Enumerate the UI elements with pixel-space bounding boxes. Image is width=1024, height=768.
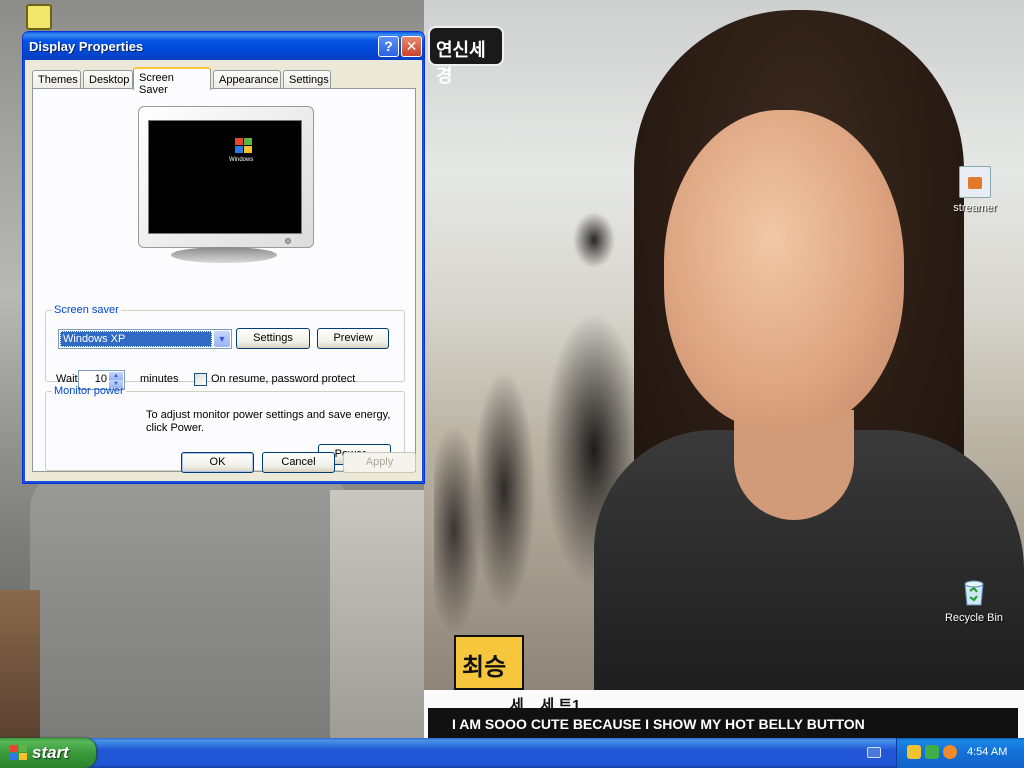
title-bar[interactable]: Display Properties ? ✕ — [23, 32, 424, 60]
keyboard-icon[interactable] — [867, 747, 881, 758]
tab-appearance[interactable]: Appearance — [213, 70, 281, 89]
tab-screen-saver[interactable]: Screen Saver — [133, 67, 211, 96]
screen-saver-dropdown[interactable]: Windows XP ▼ — [58, 329, 232, 349]
tab-settings[interactable]: Settings — [283, 70, 331, 89]
desktop-icon-streamer[interactable]: streamer — [940, 166, 1010, 214]
tab-themes[interactable]: Themes — [32, 70, 81, 89]
broadcast-logo: 연신세경 — [428, 26, 504, 86]
start-button[interactable]: start — [0, 738, 96, 768]
close-button[interactable]: ✕ — [401, 36, 422, 57]
settings-button[interactable]: Settings — [236, 328, 310, 349]
name-caption: 최승 — [454, 635, 524, 690]
monitor-preview: Windows — [138, 106, 314, 248]
minutes-label: minutes — [140, 373, 179, 385]
system-tray: 4:54 AM — [896, 738, 1024, 768]
wallpaper-face — [664, 110, 904, 430]
subtitle-bar: I AM SOOO CUTE BECAUSE I SHOW MY HOT BEL… — [428, 708, 1018, 740]
wallpaper-wood — [0, 590, 40, 740]
monitor-power-led — [285, 238, 291, 244]
security-shield-icon[interactable] — [907, 745, 921, 759]
wallpaper-cabinet — [330, 490, 424, 740]
wallpaper-right-panel: 연신세경 최승 _ _ __ 세 _ 세 트1 I AM SOOO CUTE B… — [424, 0, 1024, 740]
password-protect-label[interactable]: On resume, password protect — [211, 373, 355, 385]
screen-saver-group-label: Screen saver — [54, 304, 119, 316]
windows-logo-icon — [10, 745, 28, 761]
desktop-icon-label: streamer — [953, 202, 997, 214]
monitor-power-description: To adjust monitor power settings and sav… — [146, 409, 391, 434]
recycle-bin-icon — [958, 576, 990, 608]
desktop-icon-recycle-bin[interactable]: Recycle Bin — [939, 576, 1009, 624]
windows-logo-icon — [235, 138, 253, 154]
search-icon[interactable] — [943, 745, 957, 759]
wait-value: 10 — [94, 373, 107, 385]
screen-saver-panel: Windows Screen saver Windows XP ▼ Settin… — [32, 88, 416, 472]
screen-saver-group: Screen saver Windows XP ▼ Settings Previ… — [45, 304, 405, 390]
preview-logo-text: Windows — [229, 157, 254, 163]
preview-screen: Windows — [148, 120, 302, 234]
tab-desktop[interactable]: Desktop — [83, 70, 133, 89]
start-label: start — [32, 743, 69, 762]
preview-button[interactable]: Preview — [317, 328, 389, 349]
monitor-stand — [171, 247, 277, 263]
desktop-shortcut-icon[interactable] — [26, 4, 52, 30]
spin-up-icon[interactable]: ▲ — [109, 372, 123, 380]
clock[interactable]: 4:54 AM — [967, 746, 1007, 758]
help-button[interactable]: ? — [378, 36, 399, 57]
window-title: Display Properties — [29, 39, 144, 54]
streamer-icon — [959, 166, 991, 198]
apply-button: Apply — [343, 452, 416, 473]
screen-saver-selected: Windows XP — [60, 331, 212, 347]
ok-button[interactable]: OK — [181, 452, 254, 473]
wallpaper-figure — [30, 470, 350, 740]
taskbar: start 4:54 AM — [0, 738, 1024, 768]
network-icon[interactable] — [925, 745, 939, 759]
desktop-icon-label: Recycle Bin — [944, 612, 1004, 624]
chevron-down-icon[interactable]: ▼ — [214, 331, 230, 347]
display-properties-window: Display Properties ? ✕ Themes Desktop Sc… — [22, 31, 425, 484]
cancel-button[interactable]: Cancel — [262, 452, 335, 473]
wait-label: Wait: — [56, 373, 81, 385]
monitor-power-group-label: Monitor power — [54, 385, 124, 397]
